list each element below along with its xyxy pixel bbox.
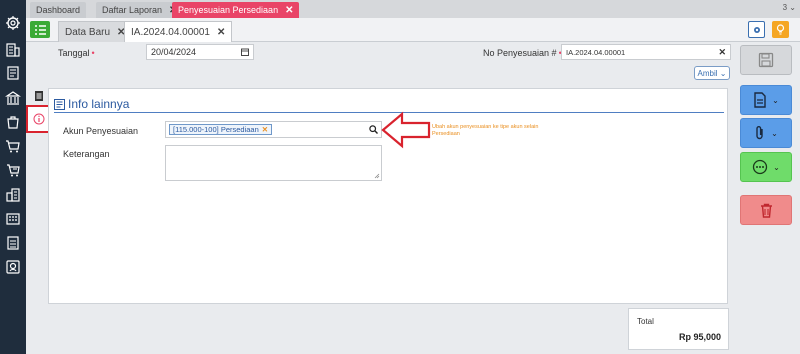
badge-icon[interactable]	[4, 258, 22, 276]
paperclip-icon	[756, 126, 763, 140]
inventory-icon[interactable]	[4, 113, 22, 131]
main-sidebar	[0, 0, 26, 354]
settings-button[interactable]	[748, 21, 765, 38]
list-icon	[34, 24, 46, 35]
no-penyesuaian-field[interactable]: IA.2024.04.00001 ✕	[561, 44, 731, 60]
calendar-icon[interactable]	[241, 48, 249, 56]
tab-label: Data Baru	[65, 26, 111, 38]
tab-dashboard[interactable]: Dashboard	[30, 2, 87, 18]
bank-icon[interactable]	[4, 89, 22, 107]
clear-icon[interactable]: ✕	[718, 47, 726, 58]
document-tab-bar: Data Baru ✕ IA.2024.04.00001 ✕	[26, 18, 800, 42]
info-icon	[33, 113, 44, 125]
close-icon[interactable]: ✕	[217, 27, 225, 38]
akun-penyesuaian-field[interactable]: [115.000-100] Persediaan ✕	[165, 121, 382, 138]
print-button[interactable]: ⌄	[740, 85, 792, 115]
tab-label: Daftar Laporan	[102, 5, 163, 15]
tab-label: Penyesuaian Persediaan	[178, 5, 279, 15]
document-icon	[754, 92, 766, 108]
account-chip[interactable]: [115.000-100] Persediaan ✕	[169, 124, 273, 135]
gear-icon	[753, 26, 760, 33]
chevron-down-icon: ⌄	[772, 95, 779, 105]
warehouse-icon[interactable]	[4, 186, 22, 204]
form-icon	[54, 98, 65, 110]
report-icon[interactable]	[4, 234, 22, 252]
building-icon[interactable]	[4, 40, 22, 58]
cart-icon[interactable]	[4, 137, 22, 155]
tab-label: IA.2024.04.00001	[131, 26, 210, 38]
tab-label: Dashboard	[36, 5, 81, 15]
total-value: Rp 95,000	[678, 332, 721, 342]
tanggal-field[interactable]: 20/04/2024	[146, 44, 254, 60]
chevron-down-icon: ⌄	[771, 128, 778, 138]
calculator-icon[interactable]	[4, 210, 22, 228]
keterangan-textarea[interactable]	[165, 145, 382, 181]
panel-title: Info lainnya	[54, 97, 129, 111]
tips-button[interactable]	[772, 21, 789, 38]
tanggal-label: Tanggal •	[58, 48, 95, 58]
resize-handle-icon[interactable]	[374, 173, 380, 179]
tab-data-baru[interactable]: Data Baru ✕	[58, 21, 133, 42]
attachment-button[interactable]: ⌄	[740, 118, 792, 148]
akun-penyesuaian-label: Akun Penyesuaian	[63, 126, 139, 136]
search-icon[interactable]	[369, 125, 378, 134]
settings-icon[interactable]	[4, 14, 22, 32]
no-penyesuaian-label: No Penyesuaian #•	[483, 48, 562, 58]
total-label: Total	[637, 317, 654, 326]
annotation-arrow	[381, 111, 431, 149]
list-menu-button[interactable]	[30, 21, 50, 38]
save-button[interactable]	[740, 45, 792, 75]
document-icon	[35, 91, 43, 101]
trash-icon	[760, 203, 772, 218]
remove-chip-icon[interactable]: ✕	[262, 125, 268, 134]
total-box: Total Rp 95,000	[628, 308, 729, 350]
top-tab-bar: Dashboard Daftar Laporan ✕ Penyesuaian P…	[26, 0, 800, 18]
annotation-note: Ubah akun penyesuaian ke tipe akun selai…	[432, 124, 539, 137]
tab-penyesuaian-persediaan[interactable]: Penyesuaian Persediaan ✕	[172, 2, 300, 18]
tab-count-dropdown[interactable]: 3 ⌄	[783, 3, 796, 12]
more-button[interactable]: ⌄	[740, 152, 792, 182]
chevron-down-icon: ⌄	[773, 162, 780, 172]
save-icon	[758, 52, 774, 68]
lightbulb-icon	[776, 24, 785, 35]
delete-button[interactable]	[740, 195, 792, 225]
close-icon[interactable]: ✕	[285, 5, 293, 16]
more-icon	[752, 159, 768, 175]
tab-daftar-laporan[interactable]: Daftar Laporan ✕	[96, 2, 184, 18]
purchase-icon[interactable]	[4, 161, 22, 179]
tab-detail[interactable]	[29, 88, 49, 104]
tab-ia-document[interactable]: IA.2024.04.00001 ✕	[124, 21, 233, 42]
document-icon[interactable]	[4, 64, 22, 82]
keterangan-label: Keterangan	[63, 149, 110, 159]
ambil-button[interactable]: Ambil ⌄	[694, 66, 730, 80]
